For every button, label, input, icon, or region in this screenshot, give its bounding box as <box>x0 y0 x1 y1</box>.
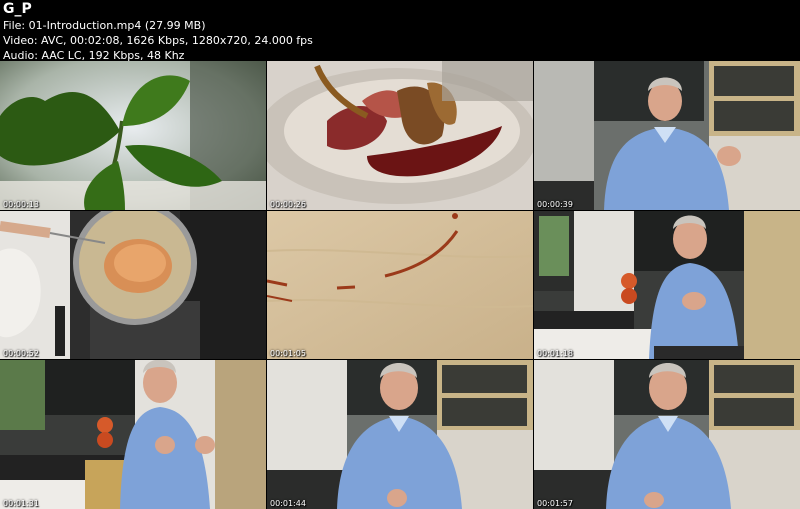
sheet-title: G_P <box>3 1 32 17</box>
thumbnail-6[interactable]: 00:01:18 <box>534 211 800 359</box>
timestamp: 00:01:44 <box>270 499 306 508</box>
timestamp: 00:01:18 <box>537 349 573 358</box>
cutlet-pan-image <box>0 211 266 359</box>
thumbnail-4[interactable]: 00:00:52 <box>0 211 266 359</box>
thumbnail-1[interactable]: 00:00:13 <box>0 61 266 210</box>
thumbnail-5[interactable]: 00:01:05 <box>267 211 533 359</box>
thumbnail-grid: 00:00:13 00:00:26 00:00:39 00:00:52 00:0… <box>0 61 800 509</box>
chef-kitchen-image <box>0 360 266 509</box>
timestamp: 00:01:57 <box>537 499 573 508</box>
timestamp: 00:01:05 <box>270 349 306 358</box>
thumbnail-2[interactable]: 00:00:26 <box>267 61 533 210</box>
video-info: Video: AVC, 00:02:08, 1626 Kbps, 1280x72… <box>3 34 313 47</box>
sauce-board-image <box>267 211 533 359</box>
thumbnail-8[interactable]: 00:01:44 <box>267 360 533 509</box>
thumbnail-7[interactable]: 00:01:31 <box>0 360 266 509</box>
timestamp: 00:00:52 <box>3 349 39 358</box>
timestamp: 00:00:26 <box>270 200 306 209</box>
chef-kitchen-image <box>267 360 533 509</box>
chef-kitchen-image <box>534 360 800 509</box>
thumbnail-9[interactable]: 00:01:57 <box>534 360 800 509</box>
plated-duck-image <box>267 61 533 210</box>
chef-kitchen-image <box>534 61 800 210</box>
timestamp: 00:00:39 <box>537 200 573 209</box>
file-info-header: G_P File: 01-Introduction.mp4 (27.99 MB)… <box>3 0 313 63</box>
timestamp: 00:01:31 <box>3 499 39 508</box>
chef-kitchen-image <box>534 211 800 359</box>
timestamp: 00:00:13 <box>3 200 39 209</box>
file-info: File: 01-Introduction.mp4 (27.99 MB) <box>3 19 206 32</box>
fig-leaves-image <box>0 61 266 210</box>
thumbnail-3[interactable]: 00:00:39 <box>534 61 800 210</box>
